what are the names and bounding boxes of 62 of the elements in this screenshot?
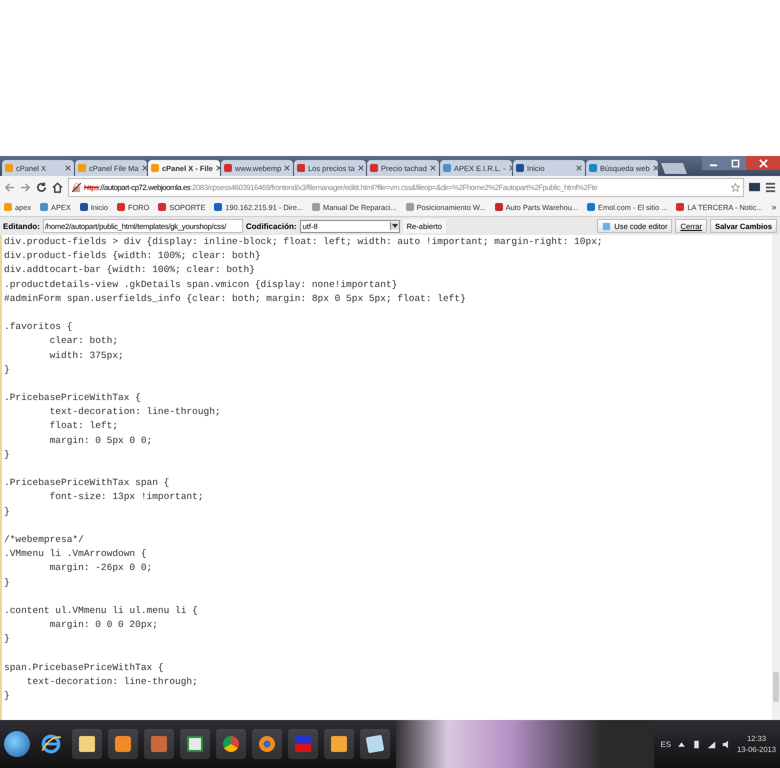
editing-label: Editando: <box>3 222 40 230</box>
scrollbar[interactable] <box>772 235 780 720</box>
close-icon[interactable] <box>284 165 290 171</box>
back-icon[interactable] <box>4 182 15 192</box>
code-line: font-size: 13px !important; <box>48 491 204 502</box>
code-line: margin: 0 0 0 20px; <box>48 619 158 630</box>
language-indicator[interactable]: ES <box>660 740 672 748</box>
new-tab-button[interactable] <box>661 163 687 174</box>
code-line: div.product-fields > div {display: inline-block; float: left; width: auto !important; margin-right: 10px; <box>4 236 603 247</box>
broken-lock-icon <box>72 182 81 192</box>
reload-icon[interactable] <box>36 182 47 192</box>
code-line: clear: both; <box>48 335 118 346</box>
code-line: margin: 0 5px 0 0; <box>48 434 152 446</box>
editor-icon <box>602 222 612 230</box>
code-line: } <box>4 633 10 644</box>
close-icon[interactable] <box>65 165 71 171</box>
battery-icon[interactable] <box>692 740 702 748</box>
more-bookmarks-button[interactable]: » <box>771 202 776 212</box>
close-icon[interactable] <box>142 165 148 171</box>
code-line: span.PricebasePriceWithTax { <box>4 662 164 673</box>
close-icon[interactable] <box>430 165 436 171</box>
close-icon <box>758 158 768 168</box>
minimize-button[interactable] <box>702 156 724 170</box>
code-line: div.addtocart-bar {width: 100%; clear: both} <box>4 264 255 276</box>
code-line: } <box>4 364 10 375</box>
close-icon[interactable] <box>216 165 222 171</box>
menu-icon[interactable] <box>765 182 776 192</box>
signal-icon[interactable] <box>707 740 716 748</box>
code-line: .VMmenu li .VmArrowdown { <box>4 548 147 560</box>
maximize-button[interactable] <box>724 156 746 170</box>
code-line: } <box>4 576 10 588</box>
code-line: .favoritos { <box>4 321 72 332</box>
close-icon[interactable] <box>508 165 515 171</box>
start-button[interactable] <box>4 731 30 757</box>
caret-icon[interactable] <box>677 740 686 748</box>
home-icon[interactable] <box>52 182 63 192</box>
monitor-icon[interactable] <box>749 182 760 192</box>
close-icon[interactable] <box>358 165 364 171</box>
code-line: .PricebasePriceWithTax span { <box>4 477 170 488</box>
code-line: .PricebasePriceWithTax { <box>4 392 141 404</box>
close-button[interactable] <box>746 156 780 170</box>
code-line: width: 375px; <box>48 350 124 360</box>
code-line: div.product-fields {width: 100%; clear: both} <box>4 250 261 262</box>
code-line: /*webempresa*/ <box>4 534 84 545</box>
app-icon[interactable] <box>288 729 318 759</box>
code-line: } <box>4 690 10 701</box>
encoding-label: Codificación: <box>246 222 297 230</box>
code-line: margin: -26px 0 0; <box>48 562 152 574</box>
star-icon[interactable] <box>731 182 740 192</box>
code-line: float: left; <box>48 420 118 432</box>
maximize-icon <box>730 158 740 168</box>
code-line: .content ul.VMmenu li ul.menu li { <box>4 604 198 616</box>
caret-icon <box>390 222 399 230</box>
code-line: text-decoration: line-through; <box>26 676 198 687</box>
code-line: .productdetails-view .gkDetails span.vmicon {display: none!important} <box>4 278 398 290</box>
code-line: text-decoration: line-through; <box>48 406 221 418</box>
forward-icon[interactable] <box>20 182 31 192</box>
code-line: } <box>4 506 10 517</box>
close-icon[interactable] <box>576 165 582 171</box>
close-icon[interactable] <box>652 165 659 171</box>
code-line: } <box>4 448 10 460</box>
code-line: #adminForm span.userfields_info {clear: both; margin: 8px 0 5px 5px; float: left} <box>4 292 466 304</box>
